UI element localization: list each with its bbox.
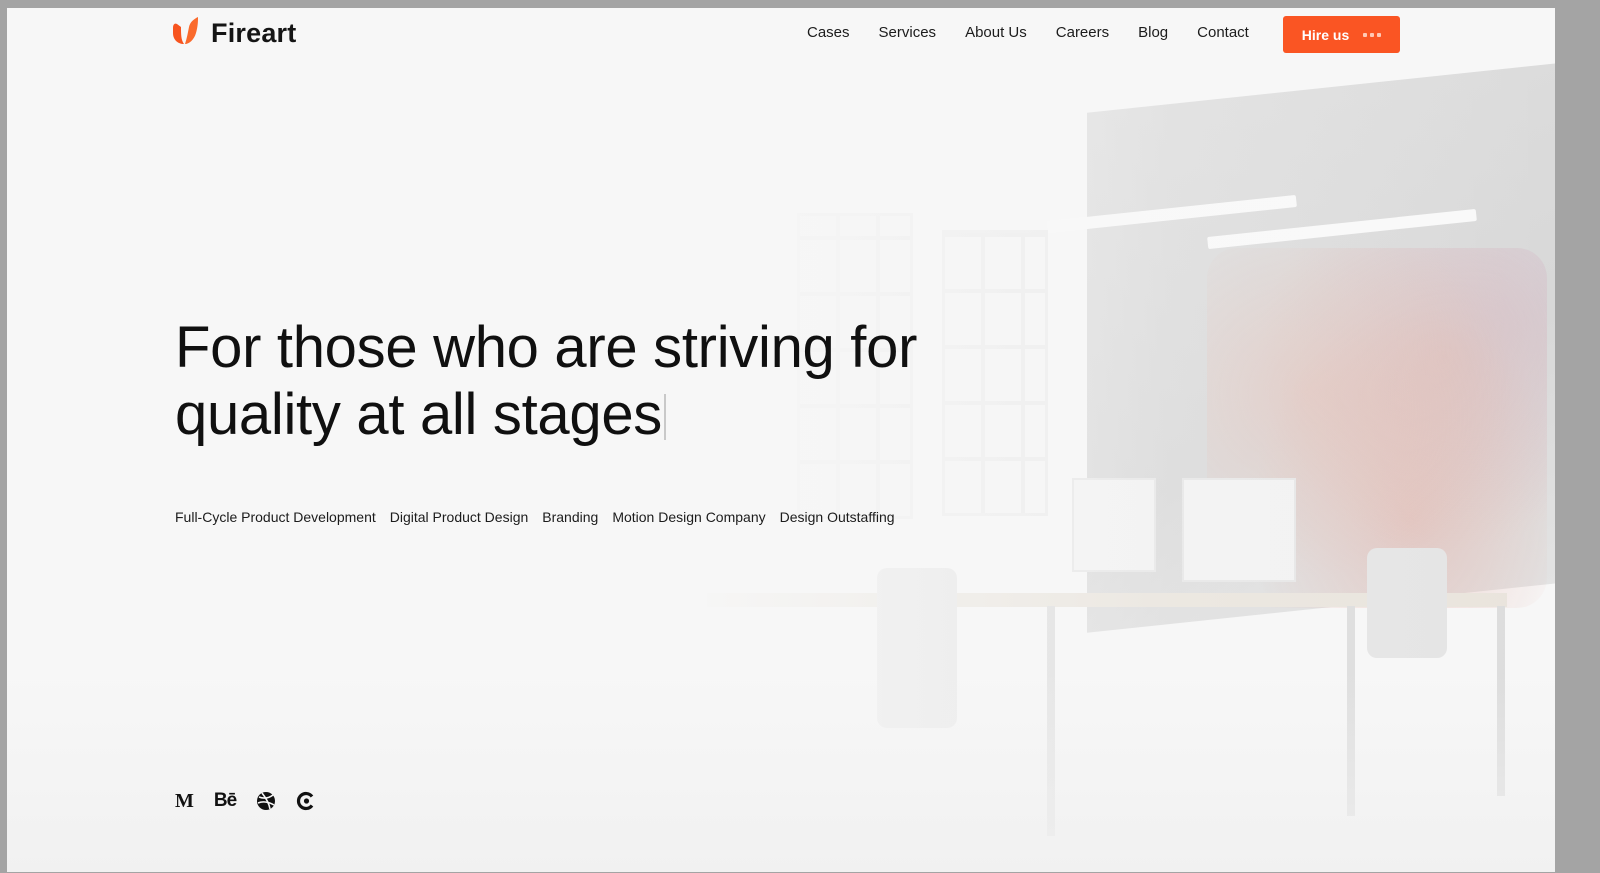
clutch-link[interactable] bbox=[296, 791, 316, 811]
logo-link[interactable]: Fireart bbox=[171, 16, 296, 50]
nav-item-about-us[interactable]: About Us bbox=[965, 24, 1027, 41]
medium-icon: M bbox=[175, 789, 194, 812]
medium-link[interactable]: M bbox=[175, 789, 194, 812]
headline-line-2: quality at all stages bbox=[175, 382, 662, 447]
service-link-full-cycle[interactable]: Full-Cycle Product Development bbox=[175, 509, 376, 525]
service-link-design-outstaffing[interactable]: Design Outstaffing bbox=[780, 509, 895, 525]
dribbble-icon bbox=[257, 792, 276, 810]
nav-item-cases[interactable]: Cases bbox=[807, 24, 850, 41]
behance-icon: Bē bbox=[213, 790, 237, 811]
typing-caret bbox=[663, 394, 666, 440]
flame-u-logo-icon bbox=[173, 17, 198, 44]
nav-item-blog[interactable]: Blog bbox=[1138, 24, 1168, 41]
behance-link[interactable]: Bē bbox=[213, 790, 237, 811]
nav-item-careers[interactable]: Careers bbox=[1056, 24, 1109, 41]
service-link-branding[interactable]: Branding bbox=[542, 509, 598, 525]
main-nav: Cases Services About Us Careers Blog Con… bbox=[807, 24, 1249, 41]
site-header: Fireart Cases Services About Us Careers … bbox=[7, 8, 1555, 62]
services-links: Full-Cycle Product Development Digital P… bbox=[175, 509, 895, 525]
brand-name: Fireart bbox=[211, 17, 297, 48]
page: Fireart Cases Services About Us Careers … bbox=[7, 8, 1555, 872]
hero-headline: For those who are striving for quality a… bbox=[175, 314, 995, 448]
dribbble-link[interactable] bbox=[256, 791, 276, 811]
clutch-icon bbox=[297, 791, 314, 811]
dots-icon bbox=[1363, 32, 1382, 37]
hire-us-label: Hire us bbox=[1301, 26, 1350, 43]
hire-us-button[interactable]: Hire us bbox=[1283, 16, 1400, 53]
nav-item-contact[interactable]: Contact bbox=[1197, 24, 1249, 41]
nav-item-services[interactable]: Services bbox=[879, 24, 937, 41]
social-links: M Bē bbox=[175, 789, 316, 812]
service-link-motion-design[interactable]: Motion Design Company bbox=[612, 509, 765, 525]
headline-line-1: For those who are striving for bbox=[175, 315, 918, 380]
service-link-digital-product-design[interactable]: Digital Product Design bbox=[390, 509, 529, 525]
